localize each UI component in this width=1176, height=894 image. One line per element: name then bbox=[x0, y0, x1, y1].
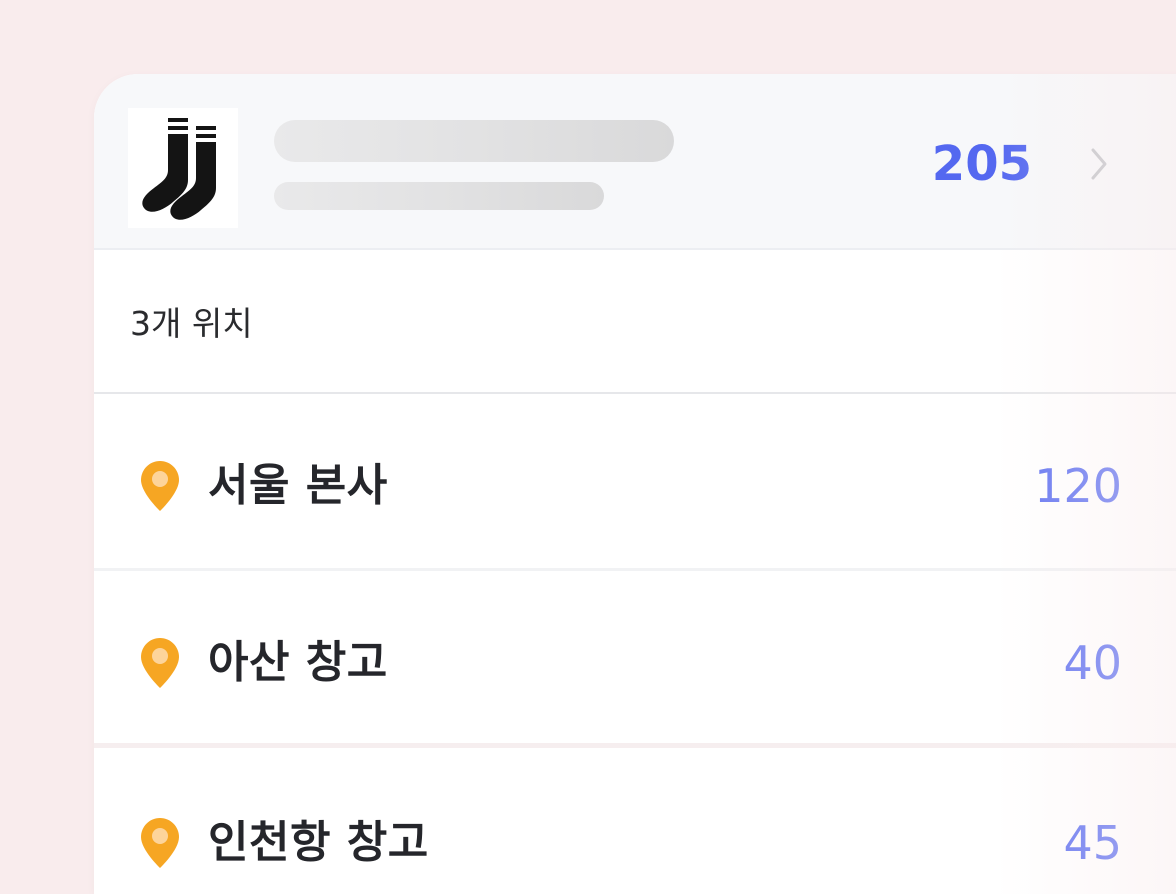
location-pin-icon bbox=[141, 461, 179, 511]
location-quantity: 120 bbox=[1034, 459, 1122, 513]
location-row[interactable]: 아산 창고 40 bbox=[94, 571, 1176, 748]
product-name-placeholder bbox=[274, 120, 674, 162]
location-row[interactable]: 서울 본사 120 bbox=[94, 394, 1176, 571]
chevron-right-icon[interactable] bbox=[1089, 146, 1111, 182]
location-name: 아산 창고 bbox=[208, 637, 388, 688]
total-quantity: 205 bbox=[931, 136, 1032, 192]
location-pin-icon bbox=[141, 638, 179, 688]
location-name: 인천항 창고 bbox=[208, 817, 429, 868]
location-quantity: 45 bbox=[1063, 816, 1122, 870]
inventory-card: 205 3개 위치 서울 본사 120 아산 창고 40 인천항 창고 45 bbox=[94, 74, 1176, 894]
product-thumbnail bbox=[128, 108, 238, 228]
product-subtitle-placeholder bbox=[274, 182, 604, 210]
location-count-row: 3개 위치 bbox=[94, 250, 1176, 394]
location-quantity: 40 bbox=[1063, 636, 1122, 690]
location-row[interactable]: 인천항 창고 45 bbox=[94, 751, 1176, 894]
location-pin-icon bbox=[141, 818, 179, 868]
location-count-label: 3개 위치 bbox=[130, 304, 253, 343]
socks-icon bbox=[142, 118, 216, 220]
product-header[interactable]: 205 bbox=[94, 74, 1176, 250]
location-name: 서울 본사 bbox=[208, 460, 388, 511]
